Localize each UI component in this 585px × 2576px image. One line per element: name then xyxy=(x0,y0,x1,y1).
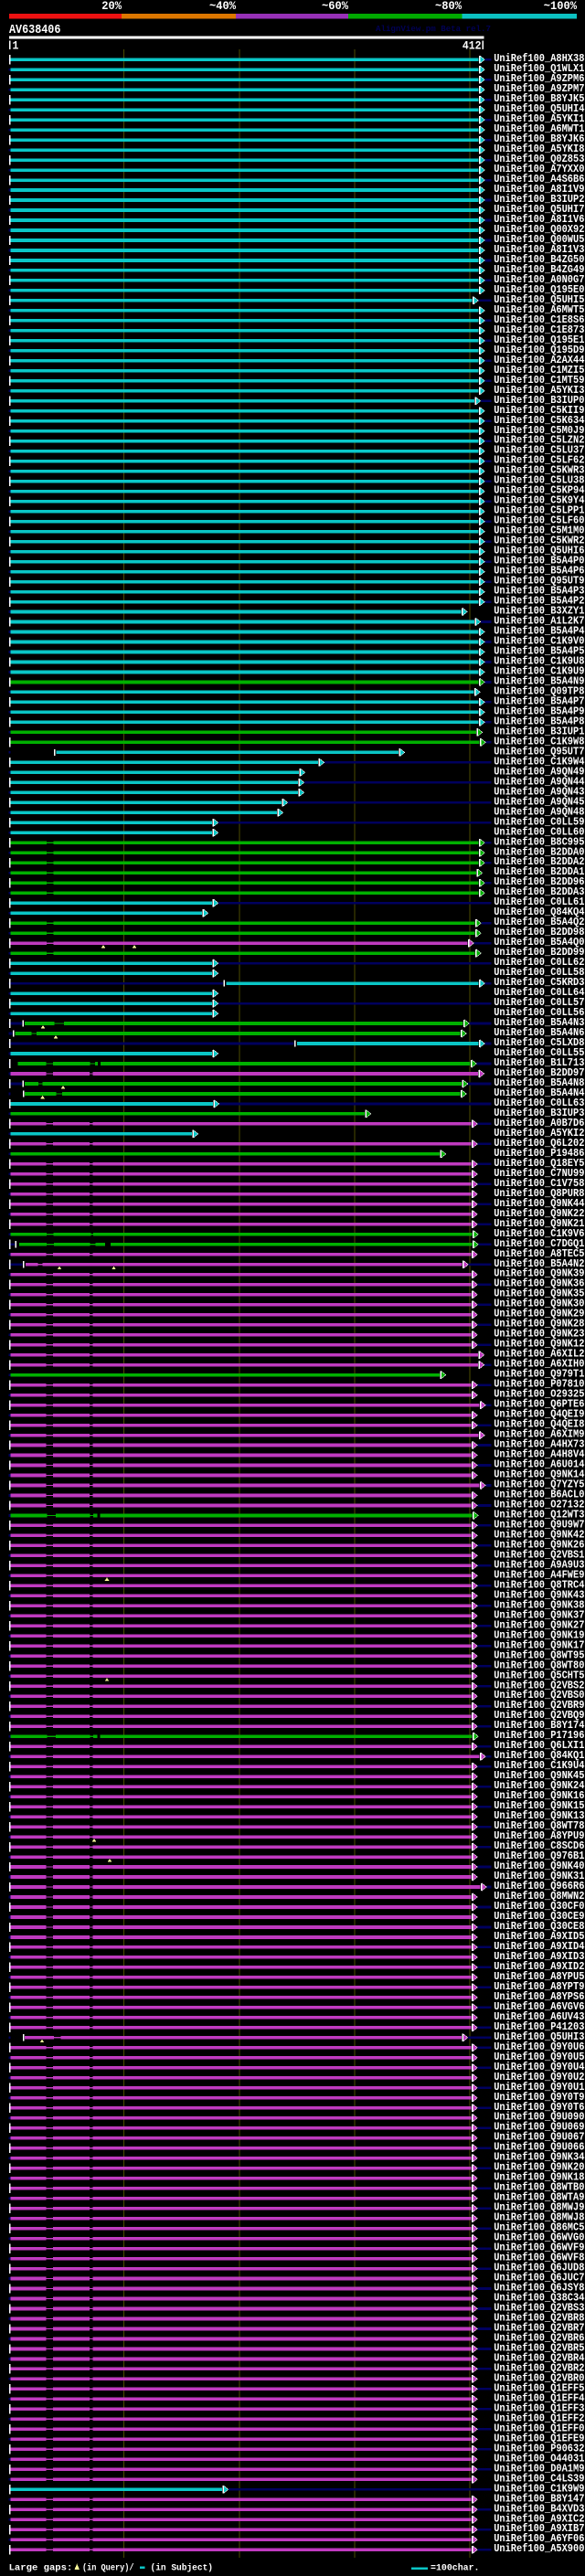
svg-text:AV638406: AV638406 xyxy=(9,24,60,37)
svg-text:~100%: ~100% xyxy=(544,0,577,13)
svg-text:UniRef100_A5X900: UniRef100_A5X900 xyxy=(494,2542,584,2555)
svg-text:~80%: ~80% xyxy=(435,0,462,13)
svg-text:(in Query)/: (in Query)/ xyxy=(82,2563,134,2574)
svg-text:Large gaps:: Large gaps: xyxy=(9,2563,73,2574)
svg-text:=100char.: =100char. xyxy=(431,2563,480,2574)
svg-text:AlignView.pm Beta rel.7: AlignView.pm Beta rel.7 xyxy=(376,24,491,34)
svg-text:1: 1 xyxy=(13,39,19,53)
svg-text:~40%: ~40% xyxy=(209,0,236,13)
svg-text:(in Subject): (in Subject) xyxy=(151,2563,214,2574)
svg-text:412: 412 xyxy=(463,39,482,53)
svg-text:~60%: ~60% xyxy=(322,0,348,13)
svg-text:20%: 20% xyxy=(101,0,122,13)
